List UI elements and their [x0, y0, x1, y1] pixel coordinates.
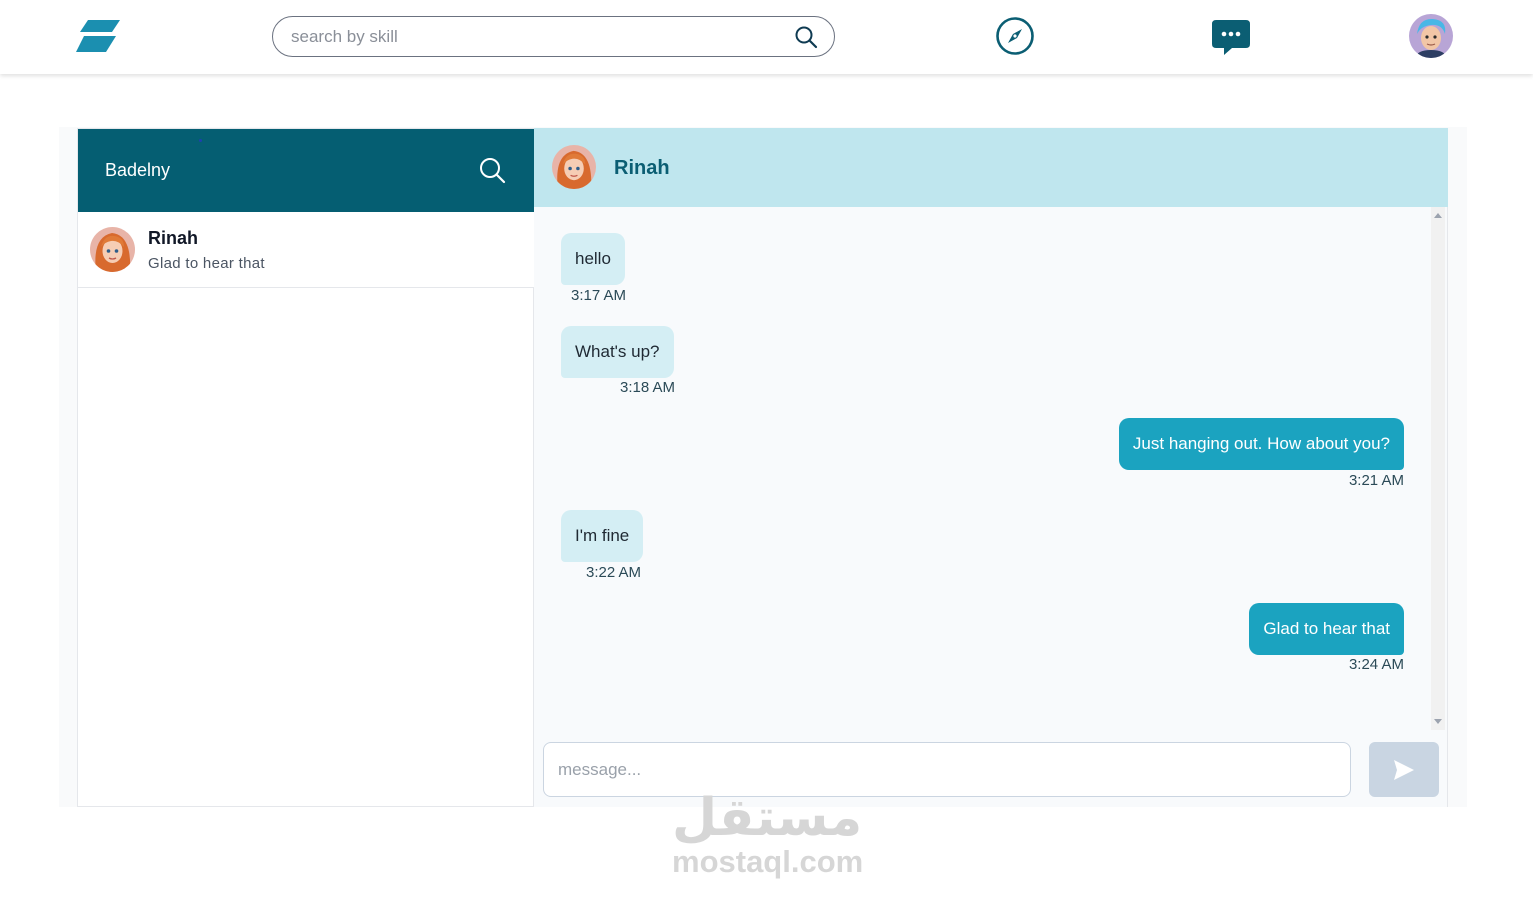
message-bubble-incoming: What's up? — [561, 326, 674, 378]
chat-header: Rinah — [534, 128, 1448, 207]
message-bubble-outgoing: Glad to hear that — [1249, 603, 1404, 655]
send-icon — [1394, 760, 1414, 780]
chat-icon[interactable] — [1210, 17, 1250, 57]
top-navbar — [0, 0, 1533, 74]
watermark-arabic: مستقل — [672, 788, 863, 848]
last-message-preview: Glad to hear that — [148, 255, 265, 272]
brand-label: Badelny — [105, 160, 171, 180]
watermark-latin: mostaql.com — [672, 844, 864, 879]
message-time: 3:22 AM — [586, 564, 642, 581]
scroll-up-arrow[interactable] — [1434, 213, 1442, 218]
message-time: 3:18 AM — [620, 379, 676, 396]
message-bubble-outgoing: Just hanging out. How about you? — [1118, 418, 1404, 470]
scroll-down-arrow[interactable] — [1434, 719, 1442, 724]
skill-search-bar — [272, 16, 835, 57]
user-avatar[interactable] — [1409, 14, 1453, 58]
decorative-dot — [199, 139, 202, 142]
chat-pane: Rinah hello 3:17 AM What's up? 3:18 AM J… — [534, 128, 1448, 807]
send-button[interactable] — [1369, 742, 1439, 797]
contact-avatar[interactable] — [552, 145, 596, 189]
contact-avatar — [90, 227, 135, 272]
message-time: 3:24 AM — [1348, 656, 1404, 673]
conversation-item[interactable]: Rinah Glad to hear that — [78, 212, 534, 288]
conversation-sidebar: Badelny Rinah Glad to hear that — [77, 128, 534, 807]
message-time: 3:17 AM — [571, 287, 627, 304]
chat-contact-name: Rinah — [614, 157, 670, 179]
search-icon[interactable] — [478, 156, 506, 184]
message-list: hello 3:17 AM What's up? 3:18 AM Just ha… — [534, 207, 1431, 730]
watermark-logo: مستقل mostaql.com — [672, 788, 864, 880]
message-time: 3:21 AM — [1348, 472, 1404, 489]
message-bubble-incoming: I'm fine — [561, 510, 644, 562]
search-icon[interactable] — [794, 25, 818, 49]
message-composer — [543, 742, 1351, 797]
sidebar-header: Badelny — [78, 129, 534, 212]
contact-name: Rinah — [148, 228, 199, 248]
message-scrollbar[interactable] — [1431, 207, 1445, 730]
message-input[interactable] — [558, 758, 1318, 782]
logo-icon[interactable] — [76, 20, 120, 52]
compass-icon[interactable] — [995, 16, 1035, 56]
search-input[interactable] — [291, 25, 771, 49]
message-bubble-incoming: hello — [561, 233, 625, 285]
